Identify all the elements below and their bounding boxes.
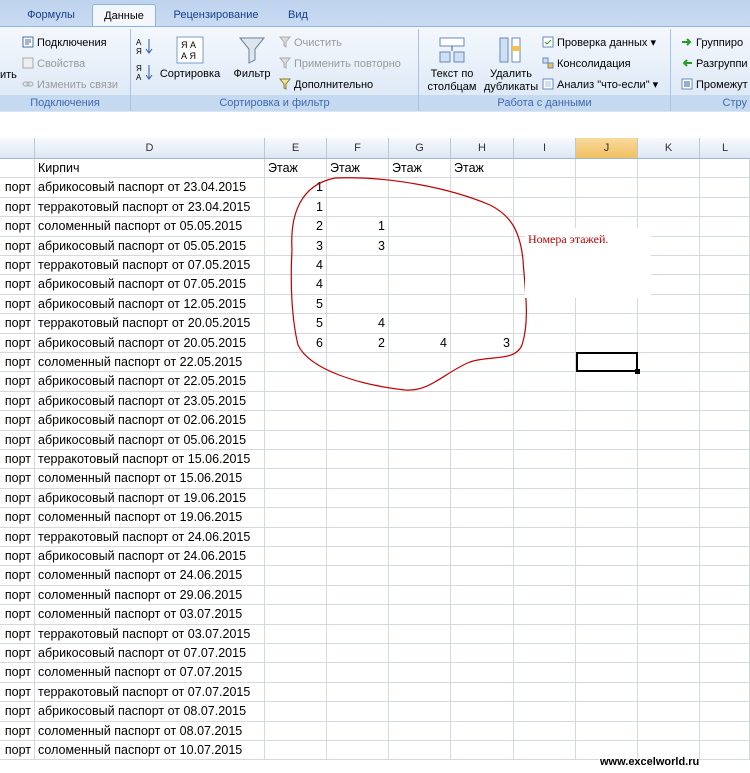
red-ink-annotation-loop bbox=[290, 177, 527, 391]
fill-handle[interactable] bbox=[635, 369, 640, 374]
watermark-text: www.excelworld.ru bbox=[600, 756, 700, 768]
active-cell-selection bbox=[576, 352, 638, 372]
annotation-text: Номера этажей. bbox=[528, 232, 609, 246]
annotation-text-box: Номера этажей. bbox=[525, 228, 651, 298]
annotation-loop bbox=[290, 177, 527, 391]
